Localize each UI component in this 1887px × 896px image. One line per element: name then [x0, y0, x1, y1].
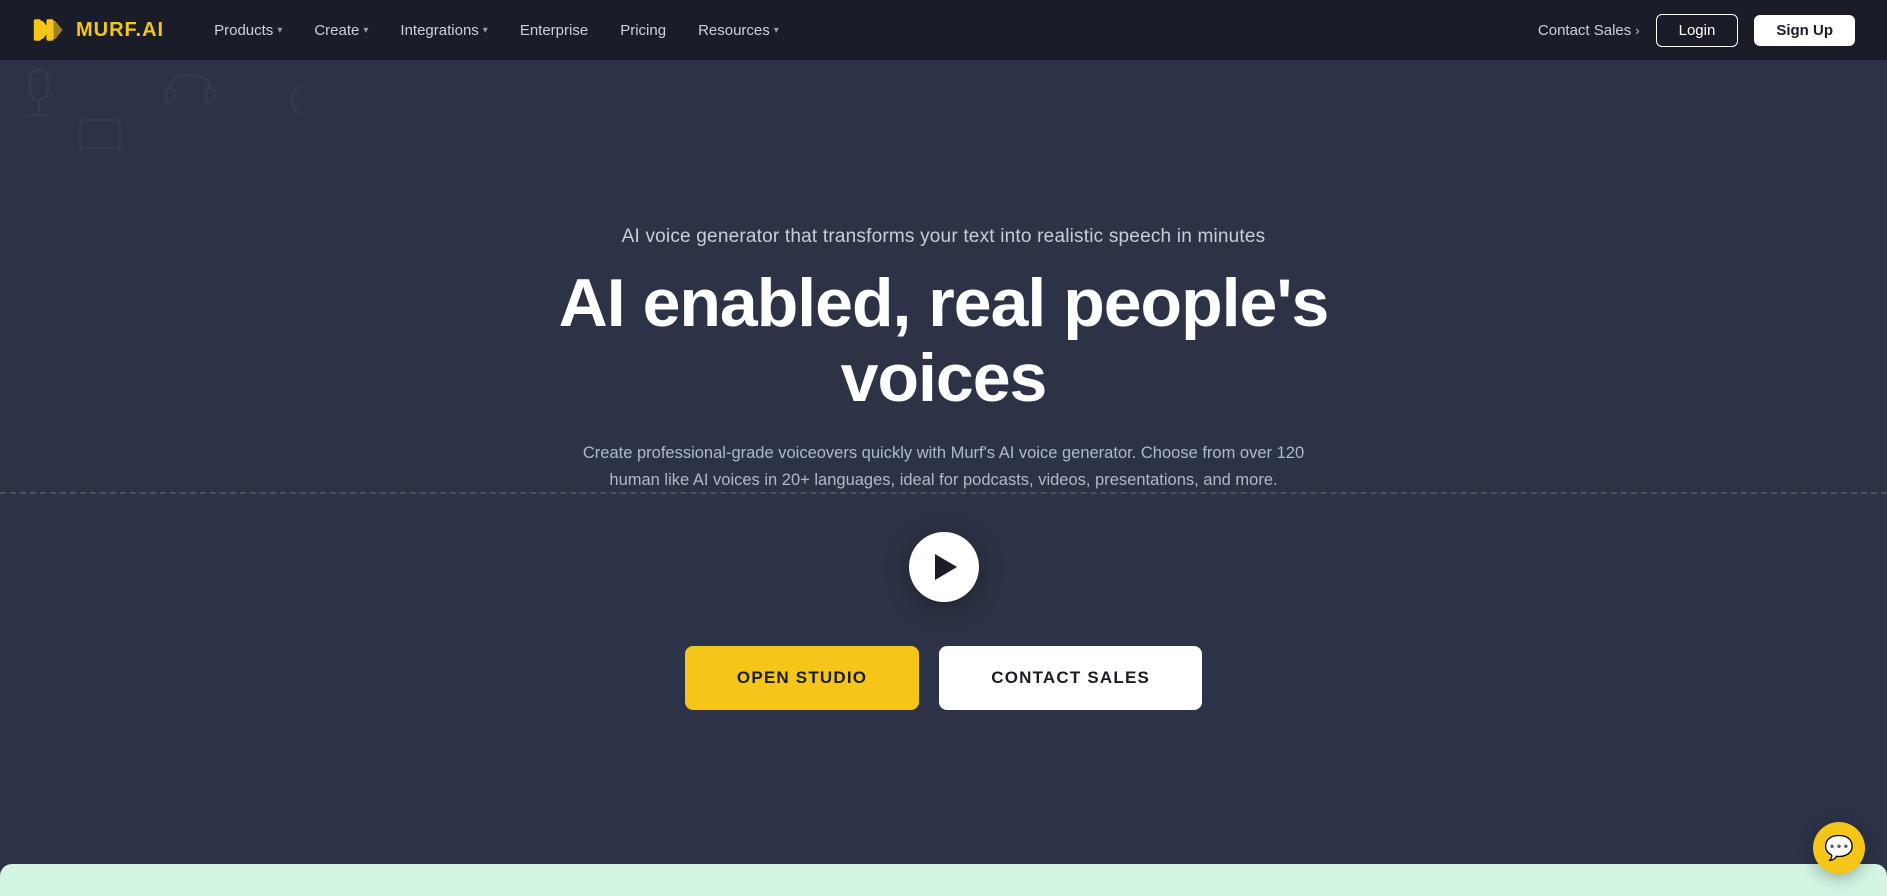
play-button[interactable] — [909, 532, 979, 602]
nav-enterprise[interactable]: Enterprise — [506, 14, 602, 47]
nav-right: Contact Sales › Login Sign Up — [1538, 14, 1855, 47]
hero-subtitle: AI voice generator that transforms your … — [494, 226, 1394, 248]
login-button[interactable]: Login — [1656, 14, 1739, 47]
integrations-chevron-icon: ▾ — [483, 25, 488, 36]
hero-title: AI enabled, real people's voices — [494, 266, 1394, 416]
nav-pricing[interactable]: Pricing — [606, 14, 680, 47]
signup-button[interactable]: Sign Up — [1754, 15, 1855, 46]
create-chevron-icon: ▾ — [363, 25, 368, 36]
play-icon — [935, 554, 957, 580]
nav-resources[interactable]: Resources ▾ — [684, 14, 793, 47]
nav-contact-sales[interactable]: Contact Sales › — [1538, 22, 1640, 39]
logo[interactable]: MURF.AI — [32, 12, 164, 48]
contact-sales-arrow-icon: › — [1635, 23, 1639, 38]
logo-text: MURF.AI — [76, 19, 164, 42]
navbar: MURF.AI Products ▾ Create ▾ Integrations… — [0, 0, 1887, 60]
contact-sales-button[interactable]: CONTACT SALES — [939, 646, 1202, 710]
products-chevron-icon: ▾ — [277, 25, 282, 36]
bottom-bar — [0, 864, 1887, 896]
chat-bubble[interactable]: 💬 — [1813, 822, 1865, 874]
resources-chevron-icon: ▾ — [774, 25, 779, 36]
nav-create[interactable]: Create ▾ — [300, 14, 382, 47]
nav-links: Products ▾ Create ▾ Integrations ▾ Enter… — [200, 14, 1538, 47]
hero-description: Create professional-grade voiceovers qui… — [564, 440, 1324, 494]
nav-integrations[interactable]: Integrations ▾ — [386, 14, 501, 47]
hero-section: AI voice generator that transforms your … — [0, 0, 1887, 896]
chat-icon: 💬 — [1824, 834, 1854, 863]
logo-icon — [32, 12, 68, 48]
hero-content: AI voice generator that transforms your … — [494, 226, 1394, 532]
nav-products[interactable]: Products ▾ — [200, 14, 296, 47]
play-container — [909, 532, 979, 602]
open-studio-button[interactable]: OPEN STUDIO — [685, 646, 919, 710]
cta-buttons: OPEN STUDIO CONTACT SALES — [685, 646, 1202, 710]
